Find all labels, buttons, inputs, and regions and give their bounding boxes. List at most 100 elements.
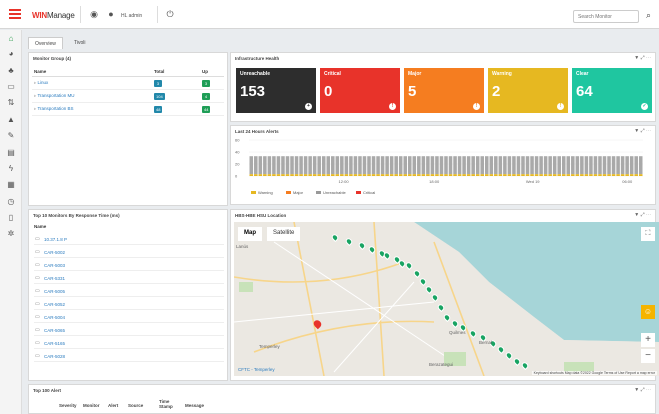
bar-unreachable[interactable] bbox=[448, 156, 453, 175]
calendar-icon[interactable]: ▦ bbox=[5, 179, 17, 191]
tile-unreachable[interactable]: Unreachable 153 + bbox=[236, 68, 316, 113]
bar-warning[interactable] bbox=[638, 174, 643, 176]
bar-unreachable[interactable] bbox=[349, 156, 353, 175]
bar-unreachable[interactable] bbox=[552, 156, 557, 175]
bar-unreachable[interactable] bbox=[593, 156, 598, 175]
list-item[interactable]: ▭ CAR-5028 bbox=[34, 351, 224, 362]
bar-warning[interactable] bbox=[308, 174, 312, 176]
bar-warning[interactable] bbox=[602, 174, 607, 176]
total-badge[interactable]: 3 bbox=[154, 79, 162, 87]
bar-warning[interactable] bbox=[417, 174, 421, 176]
bar-warning[interactable] bbox=[571, 174, 575, 176]
bar-unreachable[interactable] bbox=[525, 156, 530, 175]
bar-unreachable[interactable] bbox=[290, 156, 294, 175]
monitor-name[interactable]: CAR-5003 bbox=[44, 263, 65, 268]
bar-warning[interactable] bbox=[466, 174, 471, 176]
bar-warning[interactable] bbox=[516, 174, 521, 176]
alert-icon[interactable]: ▲ bbox=[5, 114, 17, 126]
bar-warning[interactable] bbox=[634, 174, 638, 176]
bar-warning[interactable] bbox=[412, 174, 417, 176]
bar-warning[interactable] bbox=[620, 174, 625, 176]
bar-warning[interactable] bbox=[598, 174, 602, 176]
bar-unreachable[interactable] bbox=[530, 156, 534, 175]
bar-warning[interactable] bbox=[561, 174, 566, 176]
group-name[interactable]: Transportation BS bbox=[37, 106, 73, 111]
bar-unreachable[interactable] bbox=[353, 156, 358, 175]
bar-warning[interactable] bbox=[299, 174, 303, 176]
bar-warning[interactable] bbox=[344, 174, 349, 176]
bar-warning[interactable] bbox=[254, 174, 258, 176]
bar-warning[interactable] bbox=[321, 174, 326, 176]
bar-warning[interactable] bbox=[389, 174, 394, 176]
bar-warning[interactable] bbox=[584, 174, 589, 176]
bar-unreachable[interactable] bbox=[439, 156, 444, 175]
bar-unreachable[interactable] bbox=[376, 156, 380, 175]
bar-unreachable[interactable] bbox=[634, 156, 638, 175]
map-attribution[interactable]: Keyboard shortcuts Map data ©2022 Google… bbox=[531, 371, 657, 375]
search-input[interactable] bbox=[573, 10, 639, 23]
bar-warning[interactable] bbox=[349, 174, 353, 176]
group-name[interactable]: Linux bbox=[38, 80, 49, 85]
bar-unreachable[interactable] bbox=[503, 156, 507, 175]
bar-warning[interactable] bbox=[494, 174, 498, 176]
bar-warning[interactable] bbox=[471, 174, 475, 176]
bar-unreachable[interactable] bbox=[321, 156, 326, 175]
bar-warning[interactable] bbox=[534, 174, 539, 176]
bar-unreachable[interactable] bbox=[435, 156, 439, 175]
bar-warning[interactable] bbox=[530, 174, 534, 176]
bar-unreachable[interactable] bbox=[494, 156, 498, 175]
bar-warning[interactable] bbox=[312, 174, 317, 176]
bar-unreachable[interactable] bbox=[466, 156, 471, 175]
bar-warning[interactable] bbox=[566, 174, 571, 176]
bar-unreachable[interactable] bbox=[566, 156, 571, 175]
bar-unreachable[interactable] bbox=[598, 156, 602, 175]
bar-unreachable[interactable] bbox=[371, 156, 376, 175]
bar-unreachable[interactable] bbox=[580, 156, 584, 175]
bar-warning[interactable] bbox=[408, 174, 412, 176]
fullscreen-icon[interactable]: ⛶ bbox=[641, 227, 655, 241]
col-header[interactable]: Message bbox=[185, 403, 215, 408]
map-type-map-button[interactable]: Map bbox=[238, 227, 262, 241]
bar-unreachable[interactable] bbox=[367, 156, 371, 175]
list-item[interactable]: ▭ CAR-5331 bbox=[34, 273, 224, 284]
bar-warning[interactable] bbox=[625, 174, 629, 176]
zoom-in-button[interactable]: + bbox=[641, 333, 655, 347]
bar-unreachable[interactable] bbox=[258, 156, 263, 175]
bar-warning[interactable] bbox=[272, 174, 276, 176]
bar-unreachable[interactable] bbox=[272, 156, 276, 175]
bar-warning[interactable] bbox=[484, 174, 489, 176]
bar-warning[interactable] bbox=[593, 174, 598, 176]
bar-unreachable[interactable] bbox=[543, 156, 548, 175]
bar-unreachable[interactable] bbox=[358, 156, 362, 175]
bar-unreachable[interactable] bbox=[303, 156, 308, 175]
bar-warning[interactable] bbox=[376, 174, 380, 176]
bar-warning[interactable] bbox=[552, 174, 557, 176]
legend-item[interactable]: Warning bbox=[251, 190, 273, 195]
tab-tivoli[interactable]: Tivoli bbox=[68, 37, 91, 49]
list-item[interactable]: ▭ CAR-5005 bbox=[34, 286, 224, 297]
bar-unreachable[interactable] bbox=[412, 156, 417, 175]
list-item[interactable]: ▭ CAR-5052 bbox=[34, 299, 224, 310]
bar-warning[interactable] bbox=[629, 174, 634, 176]
bar-unreachable[interactable] bbox=[453, 156, 457, 175]
bar-warning[interactable] bbox=[362, 174, 367, 176]
user-icon[interactable]: ● bbox=[105, 9, 117, 20]
bar-unreachable[interactable] bbox=[408, 156, 412, 175]
google-map[interactable]: Map Satellite ⛶ ☺ + − Lanús Temperley Be… bbox=[234, 222, 659, 376]
bar-warning[interactable] bbox=[507, 174, 512, 176]
bar-warning[interactable] bbox=[394, 174, 398, 176]
bar-unreachable[interactable] bbox=[475, 156, 480, 175]
tile-major[interactable]: Major 5 ! bbox=[404, 68, 484, 113]
bar-unreachable[interactable] bbox=[602, 156, 607, 175]
bar-unreachable[interactable] bbox=[267, 156, 272, 175]
col-header[interactable]: Time Stamp bbox=[159, 399, 173, 409]
bar-warning[interactable] bbox=[525, 174, 530, 176]
group-name[interactable]: Transportation MU bbox=[37, 93, 74, 98]
bar-warning[interactable] bbox=[326, 174, 331, 176]
bar-unreachable[interactable] bbox=[489, 156, 494, 175]
report-icon[interactable]: ▤ bbox=[5, 147, 17, 159]
list-item[interactable]: ▭ 10.37.1.8 P bbox=[34, 234, 224, 245]
bar-unreachable[interactable] bbox=[507, 156, 512, 175]
monitor-name[interactable]: CAR-5005 bbox=[44, 289, 65, 294]
camera-icon[interactable]: ◉ bbox=[88, 9, 100, 20]
